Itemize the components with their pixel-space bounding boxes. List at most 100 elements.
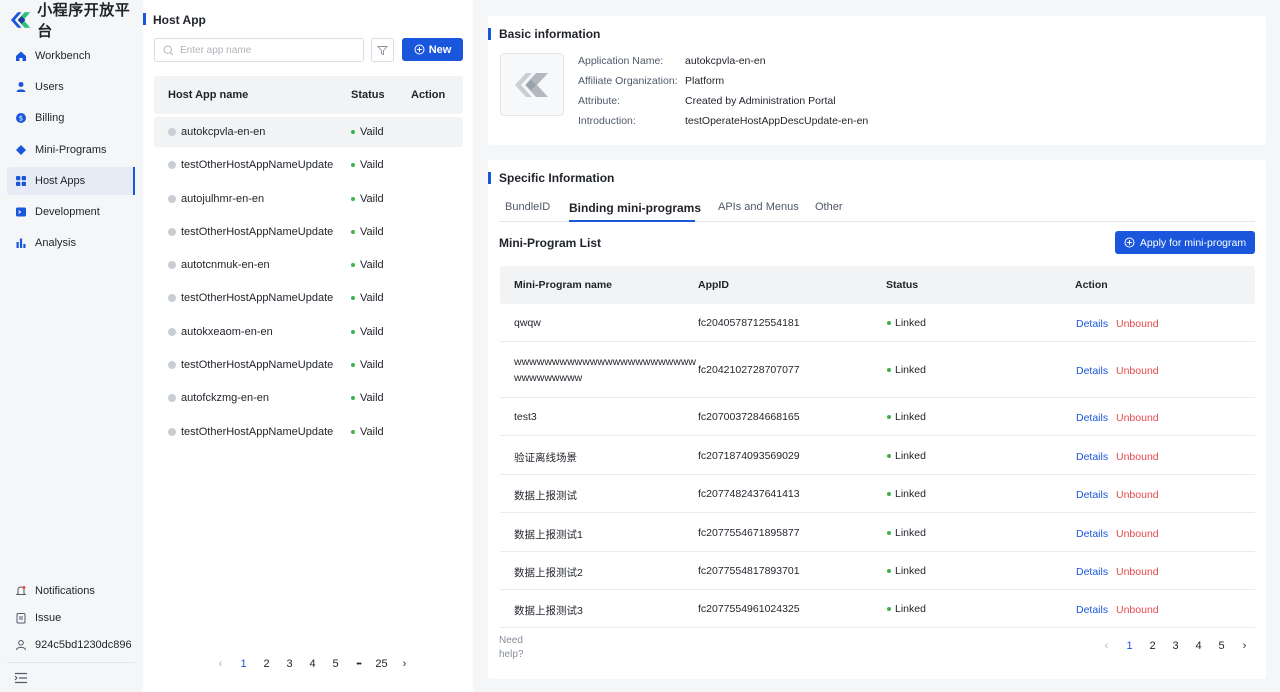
tab-apis-and-menus[interactable]: APIs and Menus (718, 201, 799, 213)
table-row[interactable]: testOtherHostAppNameUpdate Vaild (154, 283, 463, 313)
pager-page[interactable]: 1 (1118, 640, 1141, 652)
mini-program-list-title: Mini-Program List (499, 236, 602, 250)
unbound-link[interactable]: Unbound (1116, 566, 1159, 578)
sidebar-item-users[interactable]: Users (7, 73, 135, 101)
host-app-name: autotcnmuk-en-en (181, 259, 270, 272)
sidebar-item-development[interactable]: Development (7, 198, 135, 226)
details-link[interactable]: Details (1076, 566, 1108, 578)
pager-page[interactable]: 3 (1164, 640, 1187, 652)
table-row: 数据上报测试2 fc2077554817893701 Linked Details Un… (500, 552, 1255, 590)
pager-page[interactable]: 5 (324, 658, 347, 670)
pager-page[interactable]: 4 (301, 658, 324, 670)
brand-name: 小程序开放平台 (37, 2, 131, 40)
details-link[interactable]: Details (1076, 412, 1108, 424)
table-row[interactable]: testOtherHostAppNameUpdate Vaild (154, 350, 463, 380)
tab-other[interactable]: Other (815, 201, 843, 213)
host-app-name-cell: testOtherHostAppNameUpdate (168, 226, 333, 238)
tab-binding-mini-programs[interactable]: Binding mini-programs (569, 201, 701, 215)
brand-logo-icon (10, 12, 31, 28)
bar-chart-icon (15, 237, 27, 249)
unbound-link[interactable]: Unbound (1116, 604, 1159, 616)
table-row[interactable]: testOtherHostAppNameUpdate Vaild (154, 417, 463, 447)
apply-mini-program-button[interactable]: Apply for mini-program (1115, 231, 1255, 254)
mini-program-name: 数据上报测试 (514, 490, 577, 502)
pager-prev-icon[interactable]: ‹ (209, 658, 232, 670)
details-link[interactable]: Details (1076, 604, 1108, 616)
unbound-link[interactable]: Unbound (1116, 528, 1159, 540)
home-icon (15, 50, 27, 62)
clipboard-icon (15, 612, 27, 624)
grid-icon (15, 175, 27, 187)
table-row: 数据上报测试3 fc2077554961024325 Linked Details Un… (500, 590, 1255, 628)
column-header-status: Status (886, 279, 919, 291)
column-header-appid: AppID (698, 279, 729, 291)
status-text: Linked (895, 450, 926, 462)
sidebar-item-notifications[interactable]: Notifications (7, 578, 135, 604)
table-row[interactable]: testOtherHostAppNameUpdate Vaild (154, 150, 463, 180)
pager-page[interactable]: 4 (1187, 640, 1210, 652)
status-text: Vaild (360, 359, 384, 372)
status-text: Vaild (360, 325, 384, 338)
pager-page[interactable]: 3 (278, 658, 301, 670)
active-tab-indicator (569, 220, 695, 222)
pager-page[interactable]: 25 (370, 658, 393, 670)
unbound-link[interactable]: Unbound (1116, 489, 1159, 501)
status-dot-icon (887, 321, 891, 325)
collapse-menu-icon[interactable] (14, 672, 28, 684)
sidebar-item-host-apps[interactable]: Host Apps (7, 166, 135, 195)
status-text: Vaild (360, 425, 384, 438)
search-input[interactable]: Enter app name (154, 38, 364, 62)
unbound-link[interactable]: Unbound (1116, 318, 1159, 330)
status-dot-icon (887, 415, 891, 419)
status-text: Linked (895, 488, 926, 500)
title-accent-bar (143, 13, 146, 25)
app-placeholder-icon (515, 72, 548, 97)
table-row[interactable]: testOtherHostAppNameUpdate Vaild (154, 217, 463, 247)
column-header-action: Action (1075, 279, 1108, 291)
table-row[interactable]: autokcpvla-en-en Vaild (154, 117, 463, 147)
pager-page[interactable]: 2 (1141, 640, 1164, 652)
tab-bundle-id[interactable]: BundleID (505, 201, 550, 213)
pager-next-icon[interactable]: › (393, 658, 416, 670)
bell-icon (15, 585, 27, 597)
filter-button[interactable] (371, 38, 394, 62)
unbound-link[interactable]: Unbound (1116, 365, 1159, 377)
sidebar-item-billing[interactable]: $ Billing (7, 104, 135, 132)
unbound-link[interactable]: Unbound (1116, 412, 1159, 424)
details-link[interactable]: Details (1076, 365, 1108, 377)
details-link[interactable]: Details (1076, 451, 1108, 463)
sidebar-item-account[interactable]: 924c5bd1230dc896 (7, 632, 135, 658)
pager-page[interactable]: 1 (232, 658, 255, 670)
sidebar-item-analysis[interactable]: Analysis (7, 229, 135, 257)
table-row[interactable]: autofckzmg-en-en Vaild (154, 383, 463, 413)
pager-next-icon[interactable]: › (1233, 640, 1256, 652)
status-dot-icon (351, 329, 355, 334)
details-link[interactable]: Details (1076, 318, 1108, 330)
unbound-link[interactable]: Unbound (1116, 451, 1159, 463)
table-row[interactable]: autojulhmr-en-en Vaild (154, 184, 463, 214)
mini-program-name: test3 (514, 411, 537, 423)
sidebar-item-workbench[interactable]: Workbench (7, 42, 135, 70)
pager-ellipsis[interactable]: ••• (347, 661, 370, 668)
specific-information-card: Specific Information BundleID Binding mi… (488, 160, 1266, 679)
brand-logo[interactable]: 小程序开放平台 (9, 2, 142, 40)
status-text: Vaild (360, 126, 384, 138)
table-row[interactable]: autotcnmuk-en-en Vaild (154, 250, 463, 280)
app-thumb-icon (168, 227, 176, 236)
pager-page[interactable]: 5 (1210, 640, 1233, 652)
status-dot-icon (887, 454, 891, 458)
status-dot-icon (351, 130, 355, 134)
need-help-link[interactable]: Need help? (499, 634, 523, 662)
table-row[interactable]: autokxeaom-en-en Vaild (154, 317, 463, 347)
details-link[interactable]: Details (1076, 489, 1108, 501)
sidebar-item-issue[interactable]: Issue (7, 605, 135, 631)
host-app-name-cell: autokcpvla-en-en (168, 126, 265, 138)
details-link[interactable]: Details (1076, 528, 1108, 540)
sidebar-item-mini-programs[interactable]: Mini-Programs (7, 136, 135, 164)
plus-circle-icon (1124, 237, 1135, 248)
info-value: Platform (685, 75, 725, 87)
app-id: fc2077554961024325 (698, 603, 800, 615)
pager-page[interactable]: 2 (255, 658, 278, 670)
pager-prev-icon[interactable]: ‹ (1095, 640, 1118, 652)
new-host-app-button[interactable]: New (402, 38, 463, 61)
